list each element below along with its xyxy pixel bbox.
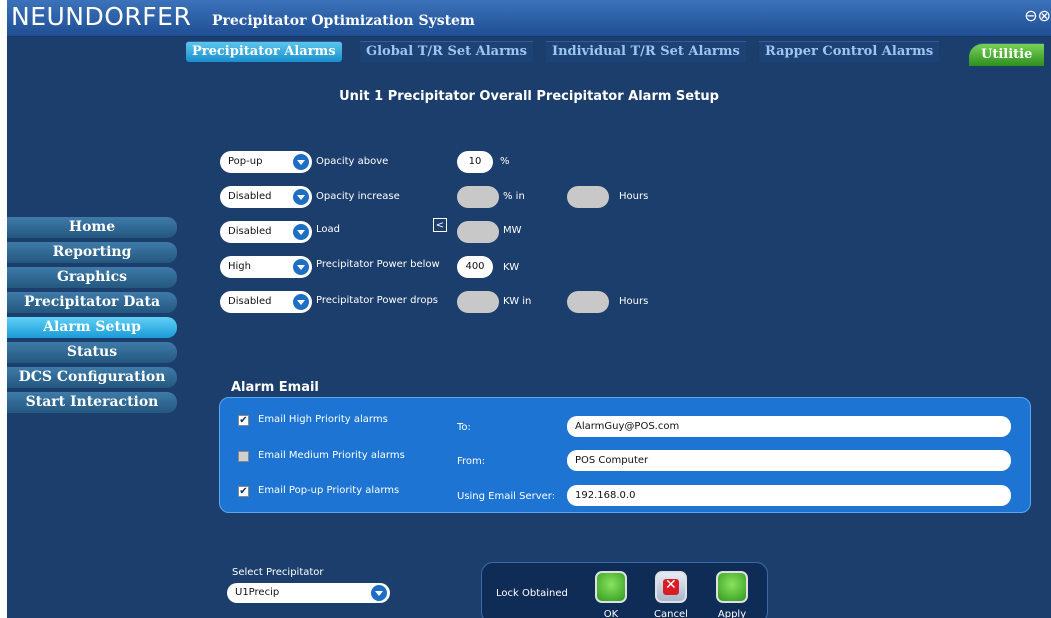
alarm-level-select[interactable]: High <box>220 256 312 278</box>
window-controls-icon[interactable]: ⊖⊗ <box>1024 6 1051 25</box>
alarm-label: Opacity increase <box>316 191 400 202</box>
chevron-down-icon <box>293 154 309 170</box>
precipitator-select-value: U1Precip <box>235 587 280 598</box>
email-from-field[interactable]: POS Computer <box>567 450 1011 471</box>
alarm-level-value: Pop-up <box>228 156 263 167</box>
alarm-hours-input[interactable] <box>567 186 609 208</box>
email-popup-label: Email Pop-up Priority alarms <box>258 485 400 496</box>
alarm-label: Precipitator Power drops <box>316 295 439 306</box>
alarm-label: Precipitator Power below <box>316 259 440 270</box>
email-to-label: To: <box>457 422 471 433</box>
alarm-level-value: Disabled <box>228 191 272 202</box>
tab-global-tr-set-alarms[interactable]: Global T/R Set Alarms <box>360 41 534 62</box>
cancel-button[interactable] <box>655 571 687 603</box>
sidebar-item-home[interactable]: Home <box>7 217 177 238</box>
alarm-level-value: Disabled <box>228 226 272 237</box>
alarm-level-select[interactable]: Disabled <box>220 186 312 208</box>
sidebar-item-graphics[interactable]: Graphics <box>7 267 177 288</box>
alarm-level-select[interactable]: Disabled <box>220 221 312 243</box>
email-high-label: Email High Priority alarms <box>258 414 388 425</box>
select-precipitator-label: Select Precipitator <box>232 567 324 578</box>
apply-label: Apply <box>717 609 747 618</box>
checkbox-email-high[interactable]: ✔ <box>238 415 249 426</box>
alarm-value-input[interactable]: 400 <box>457 256 493 278</box>
ok-button[interactable] <box>595 571 627 603</box>
chevron-down-icon <box>293 259 309 275</box>
action-panel: Lock Obtained OK Cancel Apply <box>481 562 768 618</box>
tab-precipitator-alarms[interactable]: Precipitator Alarms <box>186 41 342 62</box>
page-title: Unit 1 Precipitator Overall Precipitator… <box>339 89 719 104</box>
alarm-value-input[interactable] <box>457 291 499 313</box>
alarm-label: Load <box>316 224 340 235</box>
alarm-level-value: Disabled <box>228 296 272 307</box>
sidebar-item-alarm-setup[interactable]: Alarm Setup <box>7 317 177 338</box>
email-panel: ✔ Email High Priority alarms Email Mediu… <box>219 397 1031 513</box>
sidebar-item-start-interaction[interactable]: Start Interaction <box>7 392 177 413</box>
email-to-field[interactable]: AlarmGuy@POS.com <box>567 416 1011 437</box>
alarm-level-select[interactable]: Pop-up <box>220 151 312 173</box>
sidebar-item-status[interactable]: Status <box>7 342 177 363</box>
email-from-label: From: <box>457 456 486 467</box>
brand-logo: NEUNDORFER <box>11 2 192 31</box>
checkbox-email-medium[interactable] <box>238 451 249 462</box>
ok-label: OK <box>603 609 619 618</box>
chevron-down-icon <box>293 224 309 240</box>
lock-status: Lock Obtained <box>496 588 568 599</box>
alarm-unit: Hours <box>619 191 649 202</box>
alarm-label: Opacity above <box>316 156 389 167</box>
email-medium-label: Email Medium Priority alarms <box>258 450 405 461</box>
app-window: NEUNDORFER Precipitator Optimization Sys… <box>7 0 1051 618</box>
alarm-level-value: High <box>228 261 251 272</box>
alarm-unit: MW <box>503 225 522 236</box>
sidebar-nav: Home Reporting Graphics Precipitator Dat… <box>7 217 187 417</box>
alarm-value-input[interactable] <box>457 221 499 243</box>
compare-operator-button[interactable]: < <box>433 218 447 232</box>
alarm-tabs: Precipitator Alarms Global T/R Set Alarm… <box>7 36 1051 66</box>
alarm-value-input[interactable] <box>457 186 499 208</box>
alarm-unit: % in <box>503 191 525 202</box>
alarm-value-input[interactable]: 10 <box>457 151 493 173</box>
apply-button[interactable] <box>716 571 748 603</box>
alarm-unit: KW <box>503 262 520 273</box>
checkbox-email-popup[interactable]: ✔ <box>238 486 249 497</box>
email-server-field[interactable]: 192.168.0.0 <box>567 485 1011 506</box>
alarm-unit: % <box>500 156 510 167</box>
sidebar-item-dcs-configuration[interactable]: DCS Configuration <box>7 367 177 388</box>
chevron-down-icon <box>293 189 309 205</box>
sidebar-item-reporting[interactable]: Reporting <box>7 242 177 263</box>
tab-utilities[interactable]: Utilitie <box>969 43 1045 66</box>
title-bar: NEUNDORFER Precipitator Optimization Sys… <box>7 0 1051 37</box>
tab-individual-tr-set-alarms[interactable]: Individual T/R Set Alarms <box>546 41 746 62</box>
alarm-level-select[interactable]: Disabled <box>220 291 312 313</box>
cancel-label: Cancel <box>654 609 688 618</box>
email-server-label: Using Email Server: <box>457 491 556 502</box>
alarm-unit: KW in <box>503 296 532 307</box>
chevron-down-icon <box>293 294 309 310</box>
email-section-title: Alarm Email <box>231 380 319 395</box>
alarm-hours-input[interactable] <box>567 291 609 313</box>
sidebar-item-precipitator-data[interactable]: Precipitator Data <box>7 292 177 313</box>
alarm-unit: Hours <box>619 296 649 307</box>
chevron-down-icon <box>371 585 387 601</box>
precipitator-select[interactable]: U1Precip <box>227 583 390 603</box>
app-title: Precipitator Optimization System <box>212 13 475 29</box>
tab-rapper-control-alarms[interactable]: Rapper Control Alarms <box>759 41 940 62</box>
